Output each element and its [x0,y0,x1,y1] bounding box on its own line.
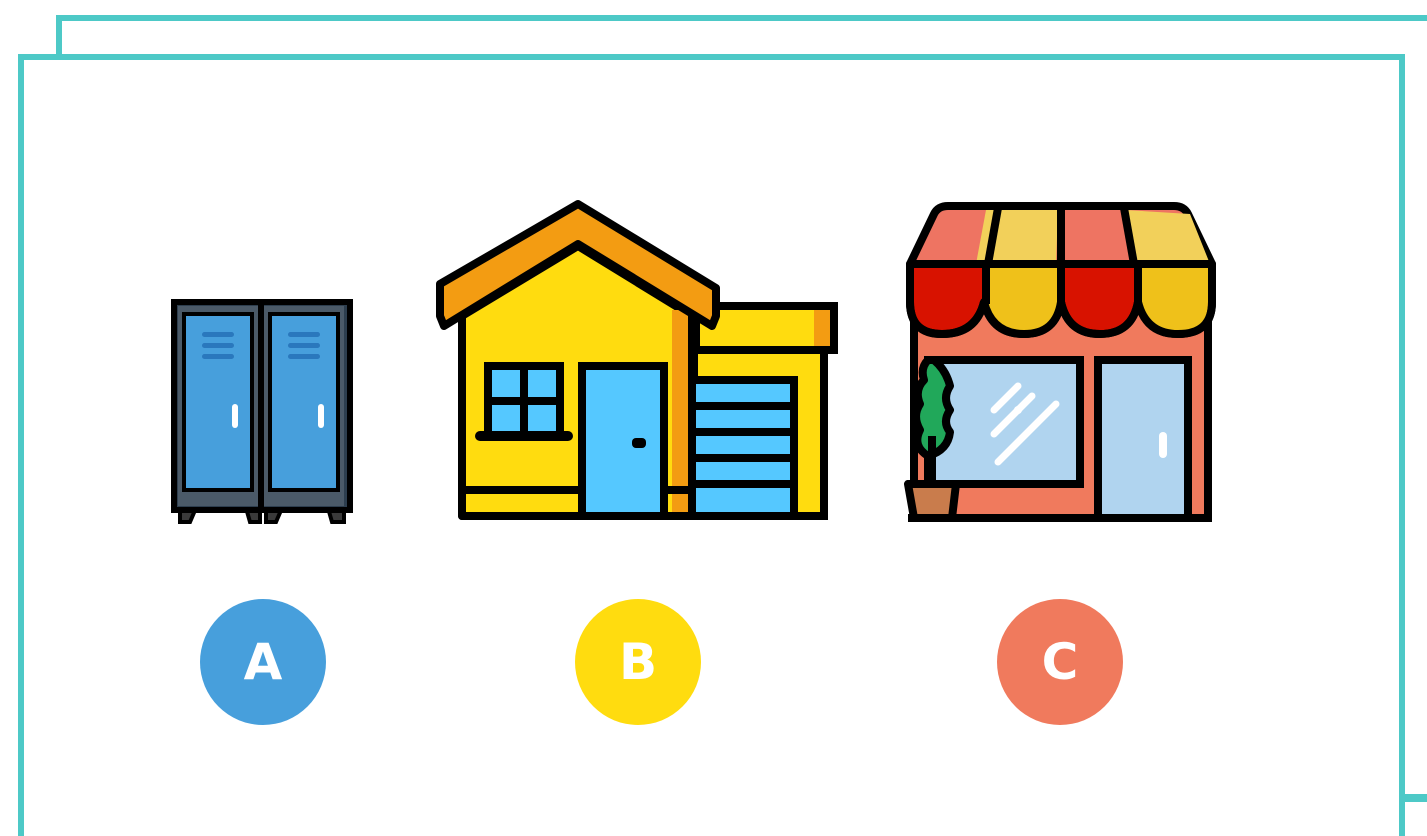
lockers-icon[interactable] [168,296,358,528]
option-a-badge[interactable]: A [200,599,326,725]
house-icon[interactable] [434,198,844,526]
option-c-badge[interactable]: C [997,599,1123,725]
option-b-badge[interactable]: B [575,599,701,725]
storefront-icon[interactable] [898,200,1220,526]
frame-corner-accent [1405,796,1427,802]
quiz-card-stage: A B C [0,0,1427,836]
